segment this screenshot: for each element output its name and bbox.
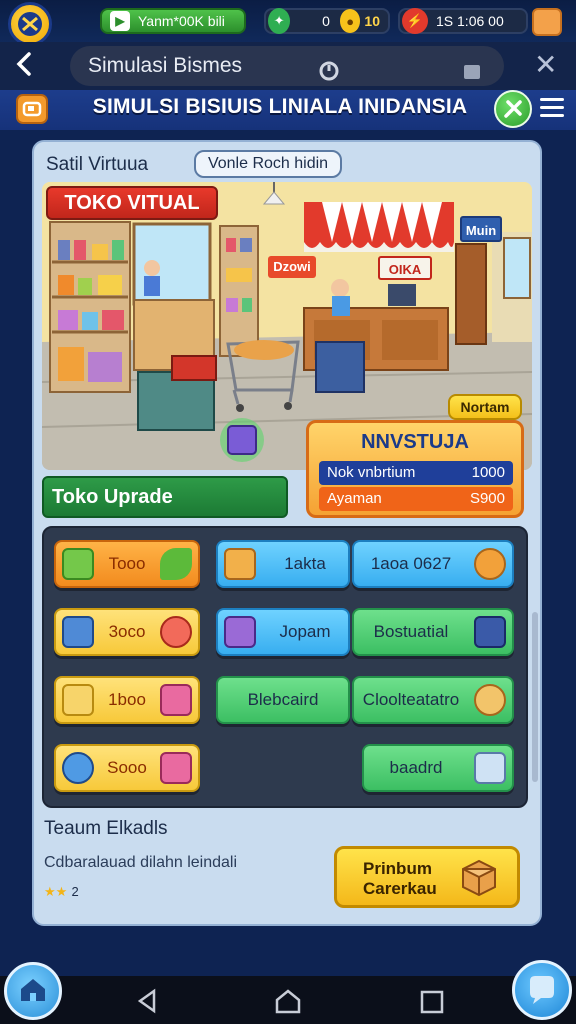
kontam-badge[interactable]: Nortam [448,394,522,420]
status-bar: ▶ Yanm*00K bili ✦ 0 ● 10 ⚡ 1S 1:06 00 [0,0,576,46]
grid-button-10[interactable]: Sooo [54,744,200,792]
home-fab-button[interactable] [4,962,62,1020]
investment-row-payment: Ayaman S900 [319,487,513,511]
package-box-icon [459,857,499,897]
grid-button-7[interactable]: 1boo [54,676,200,724]
bread-icon [474,548,506,580]
grid-button-1-label: Tooo [108,554,146,573]
nav-home-icon[interactable] [274,988,302,1014]
energy-icon: ⚡ [402,8,428,34]
investment-row1-label: Nok vnbrtium [327,464,416,481]
scene-chip[interactable]: Vonle Roch hidin [194,150,342,178]
time-pill[interactable]: ⚡ 1S 1:06 00 [398,8,528,34]
grid-button-3-label: 1aoa 0627 [370,554,452,573]
upgrade-grid: Tooo 1akta 1aoa 0627 3oco Jopam Bostuati… [42,526,528,808]
grid-button-4-label: 3oco [108,622,146,641]
scene-label: Satil Virtuua [46,154,149,175]
coin-left-text: 0 [322,13,330,29]
grid-button-6[interactable]: Bostuatial [352,608,514,656]
grid-button-1[interactable]: Tooo [54,540,200,588]
cash-text: Yanm*00K bili [138,13,225,29]
nav-recents-icon[interactable] [420,990,444,1014]
card-icon [474,752,506,784]
investment-row2-label: Ayaman [327,490,382,507]
clock-icon [474,684,506,716]
tools-icon[interactable] [494,90,532,128]
arrow-icon [160,548,192,580]
investment-card[interactable]: NNVSTUJA Nok vnbrtium 1000 Ayaman S900 [306,420,524,518]
target-icon [160,616,192,648]
url-title: Simulasi Bismes [88,54,243,77]
back-button[interactable] [14,50,42,82]
chair-icon [224,548,256,580]
cash-pill[interactable]: ▶ Yanm*00K bili [100,8,246,34]
store-sign-center: OIKA [378,256,432,280]
investment-row-value: Nok vnbrtium 1000 [319,461,513,485]
investment-title: NNVSTUJA [361,431,469,453]
grid-button-2[interactable]: 1akta [216,540,350,588]
store-sign-right: Muin [460,216,502,242]
register-icon [62,616,94,648]
premium-button[interactable]: Prinbum Carerkau [334,846,520,908]
tasks-title: Teaum Elkadls [44,818,168,839]
grid-button-7-label: 1boo [108,690,146,709]
url-field[interactable]: Simulasi Bismes [70,46,504,86]
coin-pill[interactable]: ✦ 0 ● 10 [264,8,390,34]
plate-icon [62,752,94,784]
game-header: SIMULSI BISIUIS LINIALA INIDANSIA [0,90,576,130]
tray-icon [474,616,506,648]
gift-box-icon [160,684,192,716]
page-title: SIMULSI BISIUIS LINIALA INIDANSIA [92,95,468,118]
gem-icon: ✦ [268,8,291,34]
hamburger-icon[interactable] [540,98,564,118]
avatar[interactable] [532,8,562,36]
tabs-icon[interactable] [462,56,482,79]
coin-icon: ● [339,9,361,33]
nav-back-icon[interactable] [134,988,160,1014]
rating-value: 2 [71,884,79,899]
grid-scrollbar[interactable] [532,612,538,782]
grid-button-5-label: Jopam [279,622,331,641]
chevron-left-icon [16,52,31,76]
play-icon: ▶ [110,11,130,31]
grid-button-5[interactable]: Jopam [216,608,350,656]
rating-stars: ★★ 2 [44,884,79,900]
package-icon [160,752,192,784]
bread-loaf-icon [62,684,94,716]
game-logo-icon[interactable] [8,2,52,46]
close-icon[interactable]: ✕ [534,48,557,81]
store-sign-left: Dzowi [268,256,316,278]
box-icon [62,548,94,580]
system-nav-bar [0,976,576,1024]
grid-button-6-label: Bostuatial [373,622,449,641]
chat-fab-button[interactable] [512,960,572,1020]
grid-button-10-label: Sooo [107,758,147,777]
grid-button-9-label: Cloolteatatro [362,690,460,709]
menu-card-icon[interactable] [16,94,48,124]
reload-icon[interactable] [318,56,339,81]
grid-button-4[interactable]: 3oco [54,608,200,656]
investment-row2-value: S900 [469,490,505,507]
grid-button-9[interactable]: Cloolteatatro [352,676,514,724]
grid-button-8-label: Blebcaird [247,690,319,709]
house-icon [21,979,45,1001]
address-bar: Simulasi Bismes ✕ [0,42,576,90]
time-text: 1S 1:06 00 [436,13,504,29]
investment-row1-value: 1000 [471,464,505,481]
grid-button-11[interactable]: baadrd [362,744,514,792]
grid-button-11-label: baadrd [389,758,443,777]
store-banner: TOKO VITUAL [46,186,218,220]
grid-button-8[interactable]: Blebcaird [216,676,350,724]
cube-icon [224,616,256,648]
tasks-description: Cdbaralauad dilahn leindali [44,854,238,871]
grid-button-3[interactable]: 1aoa 0627 [352,540,514,588]
grid-button-2-label: 1akta [284,554,326,573]
coin-value-text: 10 [364,13,380,29]
upgrade-banner: Toko Uprade [42,476,288,518]
chat-bubble-icon [530,976,554,1004]
